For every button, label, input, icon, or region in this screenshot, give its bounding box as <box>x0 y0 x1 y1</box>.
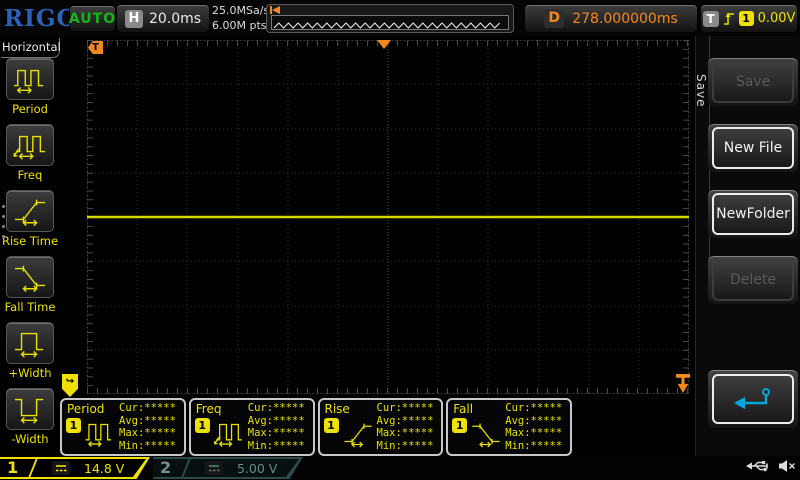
measure-source-badge: 1 <box>194 418 210 433</box>
channel-2-tab[interactable]: 2 5.00 V <box>153 457 303 479</box>
positive-pulse-icon <box>6 322 54 364</box>
stat-max: Max:***** <box>247 427 305 439</box>
new-folder-button[interactable]: NewFolder <box>708 190 798 238</box>
back-button[interactable] <box>708 370 798 428</box>
stat-min: Min:***** <box>119 439 176 452</box>
stat-avg: Avg:***** <box>247 414 305 427</box>
measurement-panel-freq[interactable]: Freq 1 Cur:***** Avg:***** Max:***** Min… <box>188 398 315 456</box>
measure-source-badge: 1 <box>452 418 468 433</box>
horizontal-key-label: H <box>124 9 143 28</box>
menu-hint-tag-icon[interactable]: ↪ <box>62 374 78 397</box>
measurement-panel-fall[interactable]: Fall 1 Cur:***** Avg:***** Max:***** Min… <box>446 398 572 456</box>
channel-2-number: 2 <box>160 458 172 477</box>
sample-rate: 25.0MSa/s <box>212 4 270 17</box>
trigger-position-marker-icon[interactable] <box>377 40 391 49</box>
trigger-source-badge: 1 <box>738 11 754 26</box>
menu-scroll-dots <box>2 198 5 245</box>
delay-key-label: D <box>544 9 565 28</box>
stat-avg: Avg:***** <box>505 414 563 427</box>
stat-max: Max:***** <box>505 427 563 439</box>
stat-cur: Cur:***** <box>247 402 305 414</box>
delete-button[interactable]: Delete <box>708 256 798 304</box>
menu-item-rise-time[interactable]: Rise Time <box>0 190 60 252</box>
memory-depth: 6.00M pts <box>212 19 267 32</box>
waveform-preview-bar[interactable] <box>266 4 514 33</box>
run-status-button[interactable]: AUTO <box>69 5 116 32</box>
waveform-display: T ↪ <box>62 40 690 397</box>
return-arrow-icon <box>734 388 770 409</box>
menu-item-pos-width[interactable]: +Width <box>0 322 60 384</box>
timebase-value: 20.0ms <box>148 10 202 27</box>
channel-2-scale: 5.00 V <box>237 461 278 476</box>
channel-1-tab[interactable]: 1 14.8 V <box>0 457 150 479</box>
run-status-label: AUTO <box>68 10 117 27</box>
menu-item-period[interactable]: Period <box>0 58 60 120</box>
graticule <box>87 40 689 394</box>
stat-max: Max:***** <box>119 427 176 439</box>
measure-source-badge: 1 <box>323 418 339 433</box>
delay-offset-button[interactable]: D 278.000000ms <box>524 4 698 33</box>
horizontal-timebase-button[interactable]: H 20.0ms <box>116 4 210 33</box>
rise-ramp-icon <box>341 417 375 453</box>
stat-cur: Cur:***** <box>505 402 563 414</box>
acquisition-info: 25.0MSa/s 6.00M pts <box>212 3 269 33</box>
new-file-button[interactable]: New File <box>708 124 798 172</box>
left-menu: Horizontal Period Freq Rise Time Fall Ti… <box>0 36 61 456</box>
stat-avg: Avg:***** <box>376 414 434 427</box>
preview-position-marker-icon[interactable] <box>270 6 283 14</box>
stat-min: Min:***** <box>376 439 434 452</box>
menu-item-neg-width[interactable]: -Width <box>0 388 60 450</box>
trigger-info-button[interactable]: T 1 0.00V <box>700 4 798 33</box>
status-icons <box>744 459 796 473</box>
channel-1-scale: 14.8 V <box>84 461 125 476</box>
bottom-status-bar: 1 14.8 V 2 5.00 V <box>0 456 800 480</box>
stat-max: Max:***** <box>376 427 434 439</box>
menu-item-freq[interactable]: Freq <box>0 124 60 186</box>
fall-ramp-icon <box>469 417 503 453</box>
measurement-panel-rise[interactable]: Rise 1 Cur:***** Avg:***** Max:***** Min… <box>317 398 444 456</box>
stat-min: Min:***** <box>505 439 563 452</box>
fall-ramp-icon <box>6 256 54 298</box>
stat-avg: Avg:***** <box>119 414 176 427</box>
freq-pulse-icon <box>6 124 54 166</box>
delay-value: 278.000000ms <box>572 10 678 27</box>
stat-min: Min:***** <box>247 439 305 452</box>
dc-coupling-icon <box>205 461 223 475</box>
measurement-panel-period[interactable]: Period 1 Cur:***** Avg:***** Max:***** M… <box>60 398 186 456</box>
measurement-row: Period 1 Cur:***** Avg:***** Max:***** M… <box>60 398 572 456</box>
trigger-key-label: T <box>702 10 719 27</box>
preview-waveform-window <box>271 15 509 30</box>
rise-ramp-icon <box>6 190 54 232</box>
negative-pulse-icon <box>6 388 54 430</box>
freq-pulse-icon <box>212 417 246 453</box>
menu-item-fall-time[interactable]: Fall Time <box>0 256 60 318</box>
usb-icon <box>746 461 768 472</box>
menu-tab-label: Save <box>694 74 708 108</box>
preview-waveform-icon <box>273 22 500 29</box>
period-pulse-icon <box>83 417 117 453</box>
speaker-muted-icon <box>779 460 795 472</box>
measure-source-badge: 1 <box>66 418 81 433</box>
left-menu-title: Horizontal <box>1 38 61 58</box>
right-softkey-menu: Save Save New File NewFolder Delete <box>694 36 800 456</box>
channel-1-number: 1 <box>7 458 19 477</box>
top-bar: RIGOL AUTO H 20.0ms 25.0MSa/s 6.00M pts … <box>0 0 800 36</box>
save-button[interactable]: Save <box>708 58 798 106</box>
dc-coupling-icon <box>52 461 70 475</box>
rising-edge-trigger-icon <box>723 12 734 25</box>
stat-cur: Cur:***** <box>119 402 176 414</box>
stat-cur: Cur:***** <box>376 402 434 414</box>
period-pulse-icon <box>6 58 54 100</box>
trigger-level-value: 0.00V <box>757 11 796 26</box>
